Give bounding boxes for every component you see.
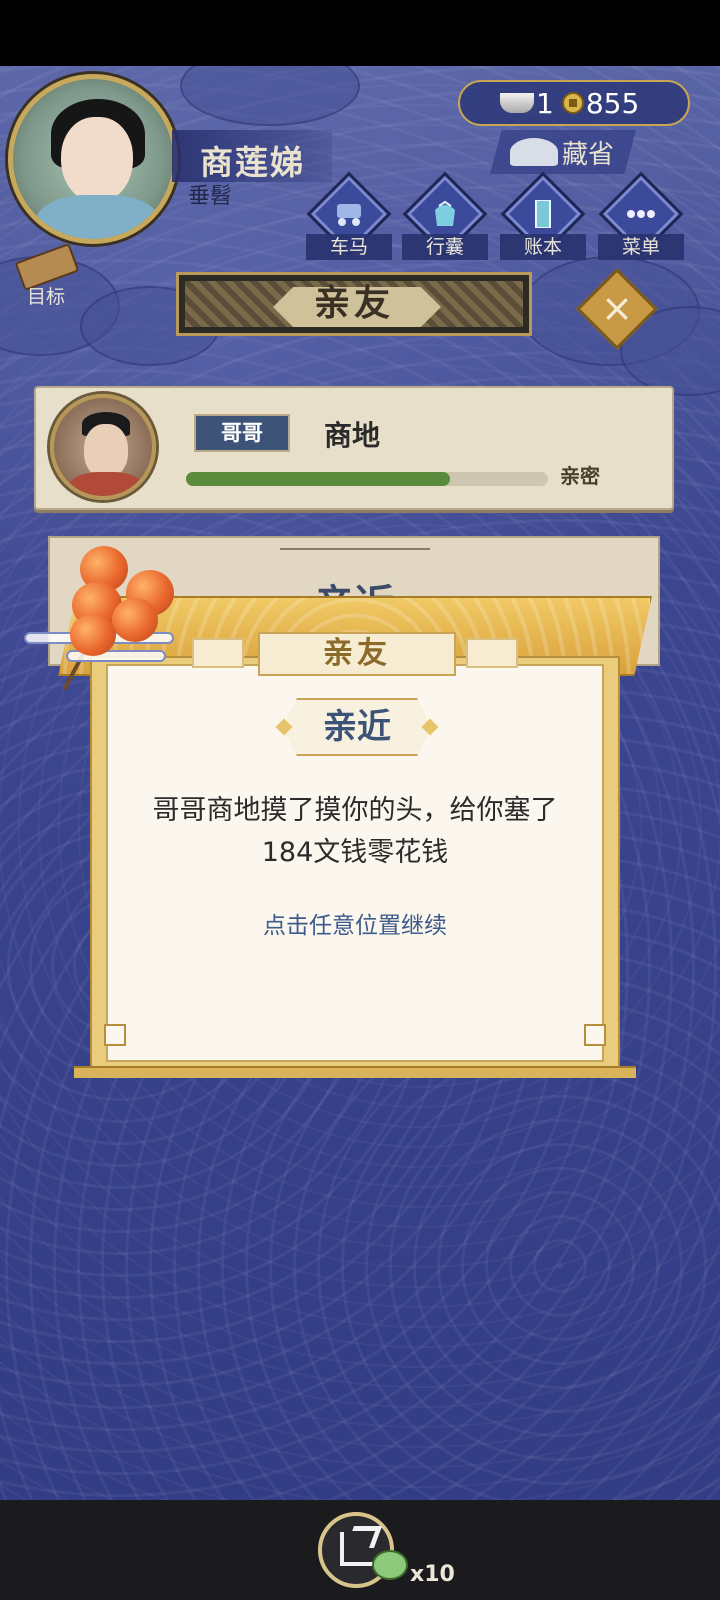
event-message-line: 184文钱零花钱 [261, 837, 449, 868]
menu-label: 菜单 [598, 234, 684, 260]
bundle-icon [435, 200, 455, 226]
share-arrow-icon [345, 1526, 383, 1548]
popup-side-ornament [466, 638, 518, 668]
card-ornament [280, 548, 430, 550]
coin-count: 855 [585, 86, 640, 120]
menu-label: 车马 [306, 234, 392, 260]
currency-bar[interactable]: 1 855 [458, 80, 690, 126]
popup-corner-ornament [104, 1024, 126, 1046]
menu-more-button[interactable]: 菜单 [598, 171, 684, 264]
relative-robe [68, 472, 144, 496]
candied-haw-icon [70, 614, 116, 656]
game-scene[interactable]: 商莲娣 垂髫 1 855 藏省 车马 行囊 账本 菜单 目标 亲友 × 哥哥 商… [0, 66, 720, 1500]
copper-coin-icon [561, 92, 584, 114]
character-title: 垂髫 [188, 184, 233, 209]
relation-badge: 哥哥 [194, 414, 290, 452]
close-icon[interactable]: × [592, 278, 642, 338]
candied-haw-icon [112, 598, 158, 642]
intimacy-level: 亲密 [560, 464, 600, 488]
event-message: 哥哥商地摸了摸你的头，给你塞了 184文钱零花钱 [120, 790, 590, 874]
relative-avatar [50, 394, 156, 500]
intimacy-bar [186, 472, 548, 486]
zangsheng-button[interactable]: 藏省 [490, 130, 636, 174]
popup-corner-ornament [584, 1024, 606, 1046]
silver-ingot-icon [500, 93, 534, 113]
event-message-line: 哥哥商地摸了摸你的头，给你塞了 [152, 795, 558, 826]
carriage-icon [337, 204, 361, 226]
frog-reward-icon [372, 1550, 408, 1580]
ledger-icon [535, 200, 551, 228]
player-avatar[interactable] [8, 74, 178, 244]
relative-card[interactable]: 哥哥 商地 亲密 [34, 386, 674, 510]
zangsheng-label: 藏省 [561, 139, 614, 170]
status-bar [0, 0, 720, 66]
popup-side-ornament [192, 638, 244, 668]
ingot-count: 1 [536, 86, 554, 120]
relative-face [84, 424, 128, 478]
reward-count: x10 [410, 1562, 455, 1587]
intimacy-bar-fill [186, 472, 451, 486]
target-label: 目标 [26, 286, 65, 308]
character-name: 商莲娣 [200, 143, 305, 182]
popup-base [74, 1066, 636, 1078]
avatar-face [61, 117, 133, 203]
page-title: 亲友 [313, 283, 394, 324]
iron-icon [510, 138, 558, 166]
avatar-robe [35, 195, 161, 239]
popup-tab-title: 亲友 [323, 636, 391, 671]
event-title: 亲近 [323, 707, 391, 747]
menu-bundle-button[interactable]: 行囊 [402, 171, 488, 264]
target-button[interactable]: 目标 [10, 242, 82, 308]
menu-carriage-button[interactable]: 车马 [306, 171, 392, 264]
cloud-decoration [180, 66, 360, 126]
more-icon [627, 210, 655, 218]
menu-label: 行囊 [402, 234, 488, 260]
page-title-banner: 亲友 [176, 272, 532, 336]
menu-label: 账本 [500, 234, 586, 260]
menu-ledger-button[interactable]: 账本 [500, 171, 586, 264]
popup-tab: 亲友 [258, 632, 456, 676]
bottom-bar: x10 [0, 1500, 720, 1600]
relative-name: 商地 [324, 419, 381, 452]
continue-hint[interactable]: 点击任意位置继续 [120, 906, 590, 940]
